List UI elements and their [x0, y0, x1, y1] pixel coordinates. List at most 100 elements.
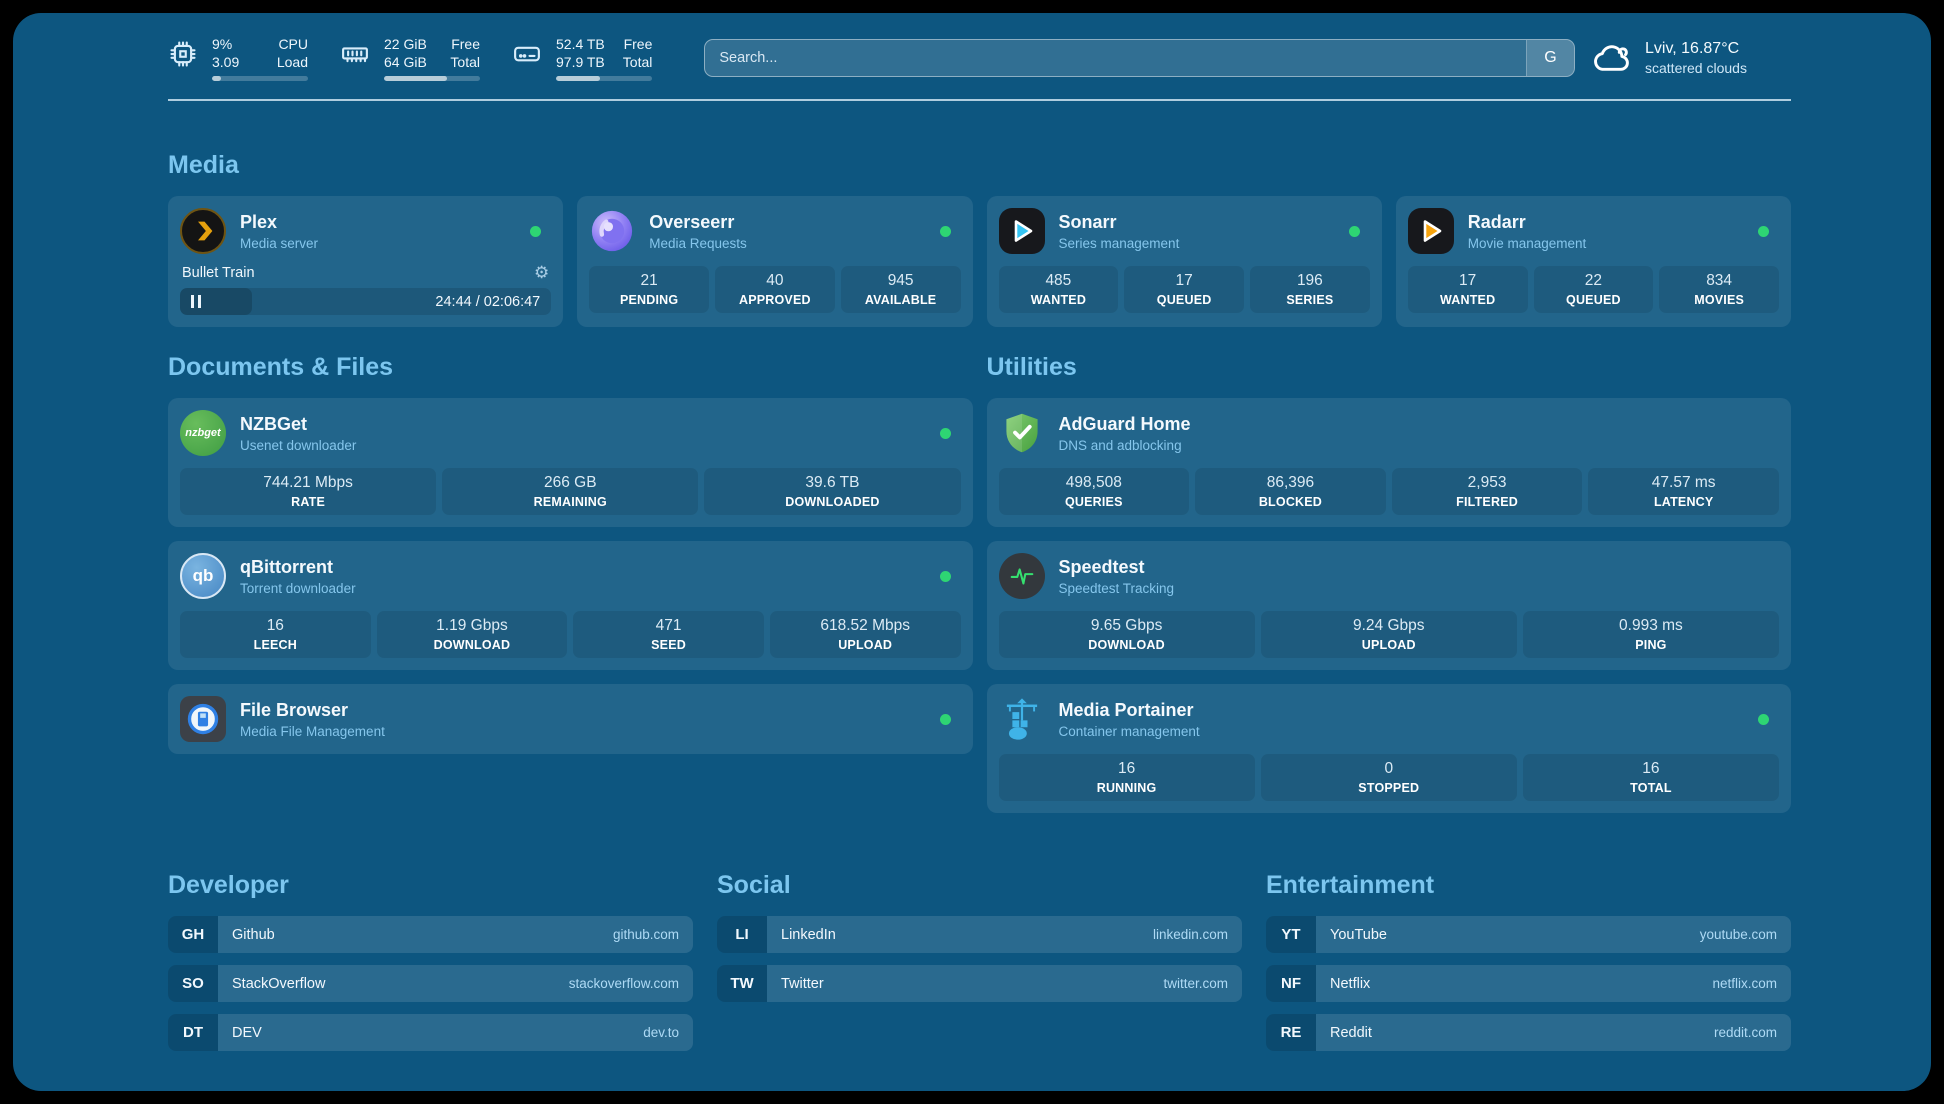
- bookmark-abbr: LI: [717, 916, 767, 953]
- stat-label: WANTED: [1416, 293, 1520, 307]
- bookmark-github[interactable]: GH Github github.com: [168, 916, 693, 953]
- developer-bookmarks: Developer GH Github github.com SO StackO…: [168, 871, 693, 1063]
- stat-tile: 22 QUEUED: [1534, 266, 1654, 313]
- divider: [168, 99, 1791, 101]
- overseerr-card[interactable]: Overseerr Media Requests 21 PENDING 40 A…: [577, 196, 972, 327]
- utilities-section: Utilities AdG: [987, 353, 1792, 813]
- plex-icon: [180, 208, 226, 254]
- stat-value: 22: [1542, 272, 1646, 290]
- playback-time: 24:44 / 02:06:47: [435, 294, 540, 310]
- stat-tile: 0.993 ms PING: [1523, 611, 1779, 658]
- top-bar: 9% 3.09 CPU Load: [168, 35, 1791, 81]
- stat-value: 9.65 Gbps: [1007, 617, 1247, 635]
- portainer-card[interactable]: Media Portainer Container management 16 …: [987, 684, 1792, 813]
- weather-location-temp: Lviv, 16.87°C: [1645, 40, 1747, 58]
- cpu-widget: 9% 3.09 CPU Load: [168, 35, 308, 81]
- stat-tile: 39.6 TB DOWNLOADED: [704, 468, 960, 515]
- bookmark-youtube[interactable]: YT YouTube youtube.com: [1266, 916, 1791, 953]
- status-dot: [1349, 226, 1360, 237]
- speedtest-card[interactable]: Speedtest Speedtest Tracking 9.65 Gbps D…: [987, 541, 1792, 670]
- bookmark-url: reddit.com: [1714, 1025, 1777, 1040]
- overseerr-icon: [589, 208, 635, 254]
- radarr-card[interactable]: Radarr Movie management 17 WANTED 22 QUE…: [1396, 196, 1791, 327]
- stat-value: 0.993 ms: [1531, 617, 1771, 635]
- app-subtitle: DNS and adblocking: [1059, 438, 1780, 453]
- stat-tile: 2,953 FILTERED: [1392, 468, 1583, 515]
- disk-free-value: 52.4 TB: [556, 35, 605, 53]
- memory-widget: 22 GiB 64 GiB Free Total: [340, 35, 480, 81]
- stat-value: 39.6 TB: [712, 474, 952, 492]
- adguard-card[interactable]: AdGuard Home DNS and adblocking 498,508 …: [987, 398, 1792, 527]
- utilities-section-title: Utilities: [987, 353, 1792, 382]
- bookmark-abbr: RE: [1266, 1014, 1316, 1051]
- disk-total-label: Total: [623, 53, 653, 71]
- stat-tile: 16 LEECH: [180, 611, 371, 658]
- stat-label: UPLOAD: [778, 638, 953, 652]
- weather-widget: Lviv, 16.87°C scattered clouds: [1591, 40, 1791, 76]
- bookmark-reddit[interactable]: RE Reddit reddit.com: [1266, 1014, 1791, 1051]
- bookmark-abbr: YT: [1266, 916, 1316, 953]
- bookmark-netflix[interactable]: NF Netflix netflix.com: [1266, 965, 1791, 1002]
- bookmark-url: linkedin.com: [1153, 927, 1228, 942]
- status-dot: [940, 226, 951, 237]
- app-name: File Browser: [240, 700, 926, 721]
- playback-progress-bar[interactable]: 24:44 / 02:06:47: [180, 288, 551, 315]
- bookmark-abbr: SO: [168, 965, 218, 1002]
- stat-tile: 86,396 BLOCKED: [1195, 468, 1386, 515]
- system-stats: 9% 3.09 CPU Load: [168, 35, 652, 81]
- bookmark-linkedin[interactable]: LI LinkedIn linkedin.com: [717, 916, 1242, 953]
- stat-label: DOWNLOAD: [1007, 638, 1247, 652]
- qbittorrent-card[interactable]: qb qBittorrent Torrent downloader 16 LEE…: [168, 541, 973, 670]
- stat-value: 17: [1132, 272, 1236, 290]
- pause-icon[interactable]: [191, 295, 201, 308]
- gear-icon[interactable]: ⚙: [534, 264, 549, 281]
- stat-value: 40: [723, 272, 827, 290]
- memory-total-label: Total: [450, 53, 480, 71]
- app-name: Overseerr: [649, 212, 925, 233]
- media-section-title: Media: [168, 151, 1791, 180]
- weather-condition: scattered clouds: [1645, 60, 1747, 76]
- stat-tile: 9.24 Gbps UPLOAD: [1261, 611, 1517, 658]
- stat-value: 945: [849, 272, 953, 290]
- search-engine-button[interactable]: G: [1526, 40, 1574, 76]
- bookmark-name: YouTube: [1330, 927, 1387, 943]
- bookmark-url: youtube.com: [1700, 927, 1777, 942]
- now-playing-title: Bullet Train: [182, 265, 255, 281]
- bookmark-dev[interactable]: DT DEV dev.to: [168, 1014, 693, 1051]
- sonarr-card[interactable]: Sonarr Series management 485 WANTED 17 Q…: [987, 196, 1382, 327]
- nzbget-card[interactable]: nzbget NZBGet Usenet downloader 744.21 M…: [168, 398, 973, 527]
- portainer-icon: [999, 696, 1045, 742]
- memory-progress-bar: [384, 76, 480, 81]
- bookmark-stackoverflow[interactable]: SO StackOverflow stackoverflow.com: [168, 965, 693, 1002]
- cpu-chip-icon: [168, 39, 198, 69]
- stat-value: 266 GB: [450, 474, 690, 492]
- stat-tile: 0 STOPPED: [1261, 754, 1517, 801]
- hard-drive-icon: [512, 39, 542, 69]
- bookmark-name: Twitter: [781, 976, 824, 992]
- filebrowser-card[interactable]: File Browser Media File Management: [168, 684, 973, 754]
- stat-value: 16: [1531, 760, 1771, 778]
- search-input[interactable]: [705, 40, 1526, 76]
- stat-label: QUEUED: [1542, 293, 1646, 307]
- stat-value: 744.21 Mbps: [188, 474, 428, 492]
- stat-value: 17: [1416, 272, 1520, 290]
- dashboard-panel: 9% 3.09 CPU Load: [13, 13, 1931, 1091]
- stat-label: REMAINING: [450, 495, 690, 509]
- stat-tile: 9.65 Gbps DOWNLOAD: [999, 611, 1255, 658]
- plex-card[interactable]: Plex Media server Bullet Train ⚙ 24:44 /…: [168, 196, 563, 327]
- bookmark-twitter[interactable]: TW Twitter twitter.com: [717, 965, 1242, 1002]
- nzbget-icon: nzbget: [180, 410, 226, 456]
- app-subtitle: Media File Management: [240, 724, 926, 739]
- stat-value: 9.24 Gbps: [1269, 617, 1509, 635]
- stat-label: BLOCKED: [1203, 495, 1378, 509]
- stat-label: PENDING: [597, 293, 701, 307]
- cpu-progress-bar: [212, 76, 308, 81]
- stat-label: AVAILABLE: [849, 293, 953, 307]
- app-name: Radarr: [1468, 212, 1744, 233]
- stat-label: QUERIES: [1007, 495, 1182, 509]
- stat-label: APPROVED: [723, 293, 827, 307]
- search-bar: G: [704, 39, 1575, 77]
- stat-label: SEED: [581, 638, 756, 652]
- filebrowser-icon: [180, 696, 226, 742]
- stat-label: RUNNING: [1007, 781, 1247, 795]
